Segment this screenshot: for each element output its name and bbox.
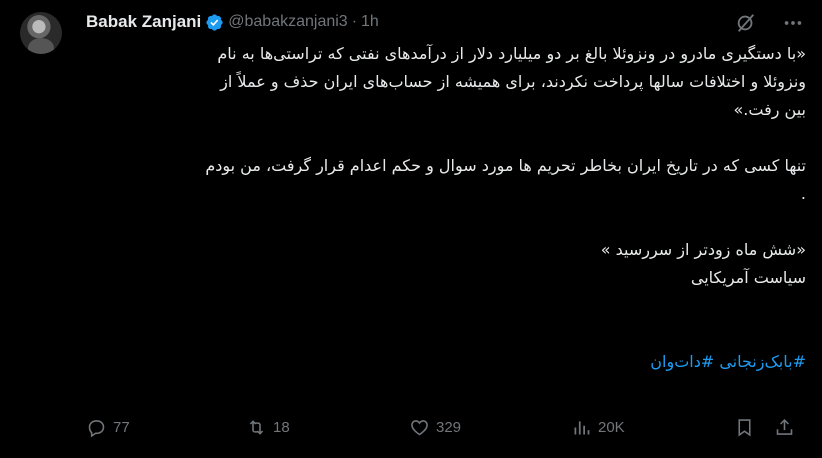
- repost-icon: [249, 419, 264, 435]
- bookmark-button[interactable]: [734, 414, 755, 440]
- tweet-line: [86, 208, 806, 236]
- tweet-card[interactable]: Babak Zanjani @babakzanjani3 · 1h «با دس…: [0, 0, 822, 458]
- author-handle[interactable]: @babakzanjani3: [228, 13, 347, 31]
- tweet-line: بین رفت.»: [733, 100, 806, 119]
- share-icon: [776, 418, 793, 435]
- separator-dot: ·: [351, 13, 358, 30]
- views-button[interactable]: 20K: [571, 414, 625, 440]
- hashtag-links[interactable]: #بابک‌زنجانی #دات‌وان: [86, 348, 806, 376]
- like-count: 329: [436, 418, 462, 436]
- tweet-line: «با دستگیری مادرو در ونزوئلا بالغ بر دو …: [217, 44, 806, 63]
- grok-icon[interactable]: [735, 12, 757, 34]
- tweet-line: «شش ماه زودتر از سررسید »: [600, 240, 806, 259]
- tweet-line: [86, 320, 806, 348]
- author-name[interactable]: Babak Zanjani: [86, 12, 201, 32]
- tweet-line: .: [800, 184, 806, 203]
- share-button[interactable]: [774, 414, 795, 440]
- like-icon: [411, 419, 428, 435]
- tweet-line: تنها کسی که در تاریخ ایران بخاطر تحریم ه…: [205, 156, 806, 175]
- tweet-text: «با دستگیری مادرو در ونزوئلا بالغ بر دو …: [86, 40, 806, 376]
- like-button[interactable]: 329: [409, 414, 461, 440]
- tweet-line: [86, 292, 806, 320]
- bookmark-icon: [738, 418, 751, 436]
- tweet-time[interactable]: 1h: [361, 13, 379, 31]
- tweet-header: Babak Zanjani @babakzanjani3 · 1h: [86, 11, 379, 33]
- tweet-line: سیاست آمریکایی: [690, 268, 806, 287]
- tweet-line: ونزوئلا و اختلافات سالها پرداخت نکردند، …: [220, 72, 806, 91]
- action-bar: 77 18 329 20K: [86, 414, 806, 440]
- more-icon[interactable]: [782, 12, 804, 34]
- views-count: 20K: [598, 418, 625, 436]
- reply-icon: [88, 419, 105, 437]
- reply-count: 77: [113, 418, 130, 436]
- avatar[interactable]: [20, 12, 62, 54]
- repost-button[interactable]: 18: [246, 414, 290, 440]
- reply-button[interactable]: 77: [86, 414, 130, 440]
- verified-badge-icon: [206, 13, 223, 31]
- repost-count: 18: [273, 418, 290, 436]
- tweet-line: [86, 124, 806, 152]
- views-icon: [574, 420, 590, 434]
